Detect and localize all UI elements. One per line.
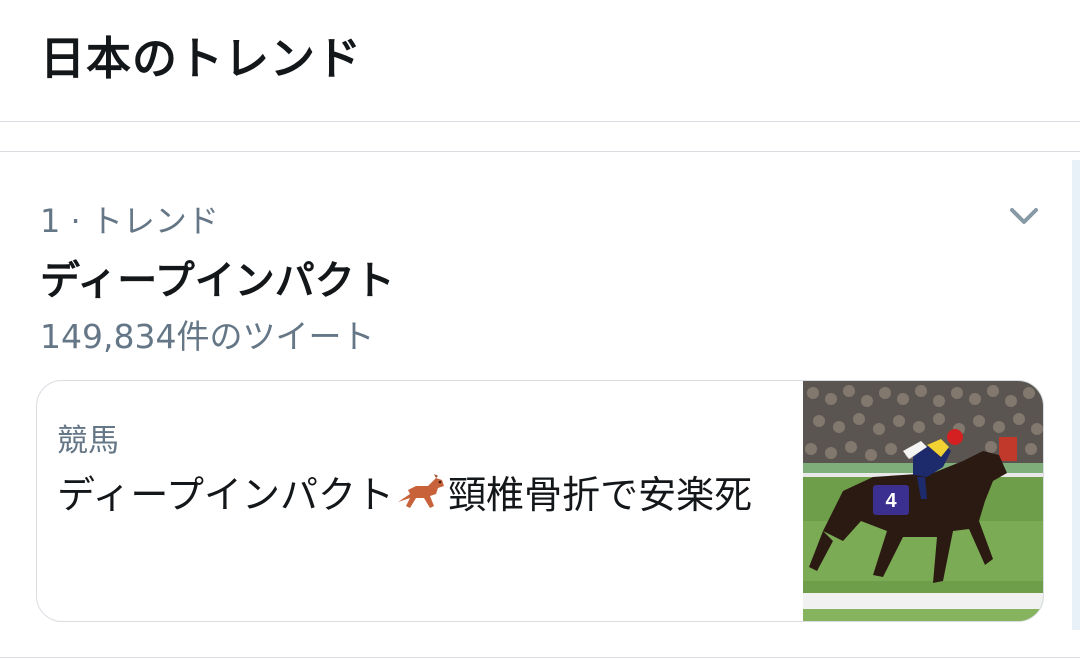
page-header: 日本のトレンド [0, 0, 1080, 122]
horse-racing-emoji-icon [398, 474, 445, 508]
trend-name[interactable]: ディープインパクト [40, 248, 395, 306]
card-category: 競馬 [57, 423, 119, 459]
racehorse-photo-image[interactable]: 4 [803, 381, 1043, 621]
card-headline[interactable]: ディープインパクト 頸椎骨折で安楽死 [57, 465, 797, 525]
headline-text-part1: ディープインパクト [57, 473, 395, 517]
page-title: 日本のトレンド [40, 32, 363, 85]
trend-item[interactable]: 1 · トレンド ディープインパクト 149,834件のツイート 競馬 ディープ… [0, 152, 1080, 658]
headline-text-part2: 頸椎骨折で安楽死 [448, 473, 753, 517]
trend-rank-label: 1 · トレンド [40, 202, 219, 240]
scroll-indicator [1072, 160, 1080, 630]
chevron-down-icon[interactable] [1004, 196, 1044, 236]
saddle-number: 4 [885, 490, 897, 512]
news-card[interactable]: 競馬 ディープインパクト 頸椎骨折で安楽死 4 [36, 380, 1044, 622]
tweet-count: 149,834件のツイート [40, 317, 375, 356]
section-gap [0, 122, 1080, 152]
